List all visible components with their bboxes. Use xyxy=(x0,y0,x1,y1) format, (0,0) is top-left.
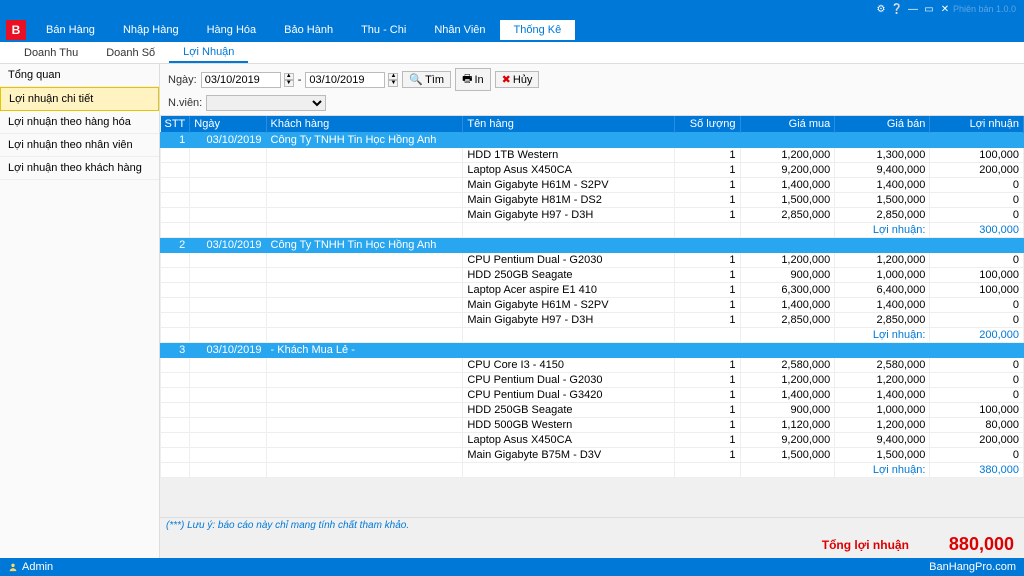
sidebar-item-1[interactable]: Lợi nhuận chi tiết xyxy=(0,87,159,111)
main-tab-5[interactable]: Nhân Viên xyxy=(420,20,499,40)
main-tab-0[interactable]: Bán Hàng xyxy=(32,20,109,40)
sub-tabs: Doanh ThuDoanh SốLợi Nhuận xyxy=(0,42,1024,64)
total-value: 880,000 xyxy=(949,534,1014,555)
report-table: STT Ngày Khách hàng Tên hàng Số lượng Gi… xyxy=(160,116,1024,478)
status-user: Admin xyxy=(8,561,53,573)
sidebar-item-2[interactable]: Lợi nhuận theo hàng hóa xyxy=(0,111,159,134)
emp-select[interactable] xyxy=(206,95,326,111)
sidebar-item-3[interactable]: Lợi nhuận theo nhân viên xyxy=(0,134,159,157)
main-tab-1[interactable]: Nhập Hàng xyxy=(109,20,193,40)
filter-bar: Ngày: ▲▼ - ▲▼ 🔍Tìm 🖶In ✖Hủy N.viên: xyxy=(160,64,1024,116)
table-row: HDD 250GB Seagate1900,0001,000,000100,00… xyxy=(161,403,1024,418)
status-bar: Admin BanHangPro.com xyxy=(0,558,1024,576)
report-note: (***) Lưu ý: báo cáo này chỉ mang tính c… xyxy=(166,520,409,531)
help-icon[interactable]: ❔ xyxy=(889,4,905,15)
sub-tab-0[interactable]: Doanh Thu xyxy=(10,44,92,62)
app-logo: B xyxy=(6,20,26,40)
table-row: Main Gigabyte H61M - S2PV11,400,0001,400… xyxy=(161,178,1024,193)
table-row: Main Gigabyte B75M - D3V11,500,0001,500,… xyxy=(161,448,1024,463)
table-row: Laptop Asus X450CA19,200,0009,400,000200… xyxy=(161,433,1024,448)
sidebar-item-4[interactable]: Lợi nhuận theo khách hàng xyxy=(0,157,159,180)
minimize-icon[interactable]: — xyxy=(905,4,921,15)
main-tab-6[interactable]: Thống Kê xyxy=(500,20,576,40)
table-row: HDD 250GB Seagate1900,0001,000,000100,00… xyxy=(161,268,1024,283)
table-row: Main Gigabyte H97 - D3H12,850,0002,850,0… xyxy=(161,313,1024,328)
date-to-input[interactable] xyxy=(305,72,385,88)
main-tabs: B Bán HàngNhập HàngHàng HóaBảo HànhThu -… xyxy=(0,18,1024,42)
table-row: Main Gigabyte H81M - DS211,500,0001,500,… xyxy=(161,193,1024,208)
sub-tab-2[interactable]: Lợi Nhuận xyxy=(169,43,248,63)
sidebar-item-0[interactable]: Tổng quan xyxy=(0,64,159,87)
status-site: BanHangPro.com xyxy=(929,561,1016,573)
cancel-button[interactable]: ✖Hủy xyxy=(495,71,540,88)
version-label: Phiên bản 1.0.0 xyxy=(953,4,1016,14)
maximize-icon[interactable]: ▭ xyxy=(921,4,937,15)
table-row: Main Gigabyte H97 - D3H12,850,0002,850,0… xyxy=(161,208,1024,223)
table-row: CPU Pentium Dual - G203011,200,0001,200,… xyxy=(161,373,1024,388)
date-from-input[interactable] xyxy=(201,72,281,88)
table-row: Laptop Acer aspire E1 41016,300,0006,400… xyxy=(161,283,1024,298)
table-row: CPU Pentium Dual - G342011,400,0001,400,… xyxy=(161,388,1024,403)
date-label: Ngày: xyxy=(168,74,197,86)
table-row: Main Gigabyte H61M - S2PV11,400,0001,400… xyxy=(161,298,1024,313)
table-row: HDD 500GB Western11,120,0001,200,00080,0… xyxy=(161,418,1024,433)
main-tab-3[interactable]: Bảo Hành xyxy=(270,20,347,40)
total-label: Tổng lợi nhuận xyxy=(822,538,909,552)
title-bar: ⚙ ❔ — ▭ ✕ Phiên bản 1.0.0 xyxy=(0,0,1024,18)
table-row: CPU Core I3 - 415012,580,0002,580,0000 xyxy=(161,358,1024,373)
print-button[interactable]: 🖶In xyxy=(455,68,491,91)
emp-label: N.viên: xyxy=(168,97,202,109)
main-tab-4[interactable]: Thu - Chi xyxy=(347,20,420,40)
settings-icon[interactable]: ⚙ xyxy=(873,4,889,15)
close-icon[interactable]: ✕ xyxy=(937,4,953,15)
main-tab-2[interactable]: Hàng Hóa xyxy=(193,20,271,40)
table-row: HDD 1TB Western11,200,0001,300,000100,00… xyxy=(161,148,1024,163)
find-button[interactable]: 🔍Tìm xyxy=(402,71,451,88)
table-row: Laptop Asus X450CA19,200,0009,400,000200… xyxy=(161,163,1024,178)
sidebar: Tổng quanLợi nhuận chi tiếtLợi nhuận the… xyxy=(0,64,160,558)
table-row: CPU Pentium Dual - G203011,200,0001,200,… xyxy=(161,253,1024,268)
sub-tab-1[interactable]: Doanh Số xyxy=(92,44,169,62)
